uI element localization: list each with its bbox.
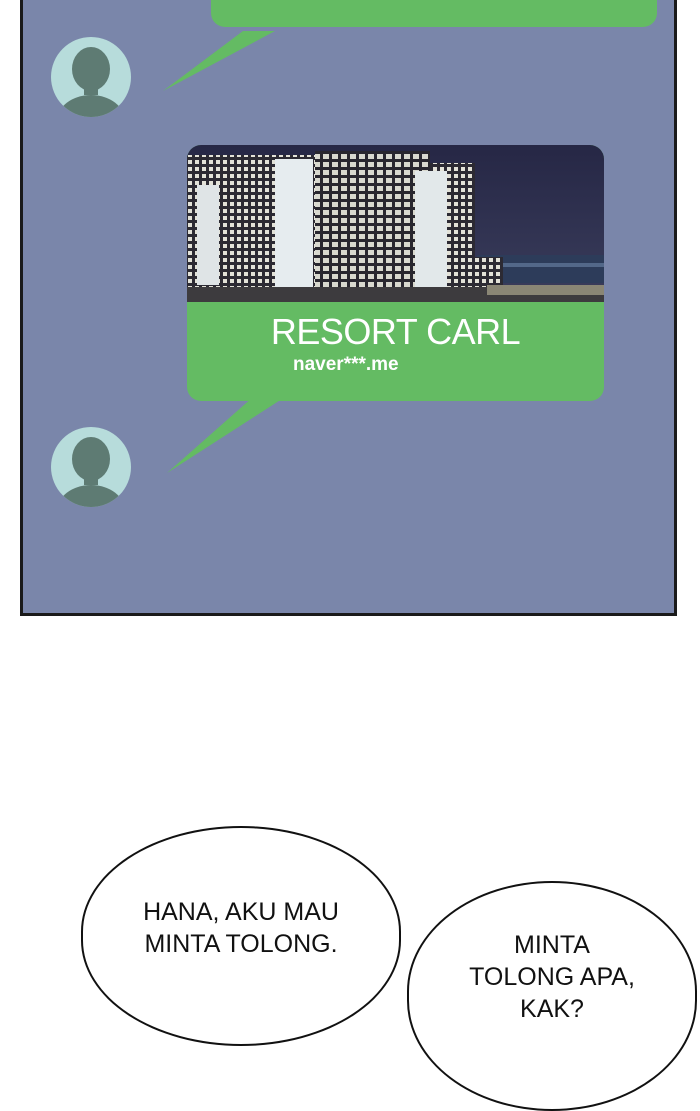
avatar[interactable]	[51, 37, 131, 117]
speech-bubble-right: MINTA TOLONG APA, KAK?	[407, 881, 697, 1111]
link-preview-card[interactable]: RESORT CARL naver***.me	[187, 145, 604, 401]
avatar-silhouette-icon	[57, 47, 125, 117]
avatar[interactable]	[51, 427, 131, 507]
speech-line: TOLONG APA,	[469, 963, 635, 991]
speech-line: MINTA TOLONG.	[144, 930, 338, 958]
avatar-silhouette-icon	[57, 437, 125, 507]
chat-panel: RESORT CARL naver***.me	[20, 0, 677, 616]
link-preview-domain: naver***.me	[293, 354, 399, 375]
bubble-tail-card	[167, 397, 285, 473]
link-preview-title: RESORT CARL	[270, 311, 521, 352]
speech-line: MINTA	[514, 931, 590, 959]
speech-line: HANA, AKU MAU	[143, 898, 339, 926]
bubble-tail-top	[163, 31, 275, 91]
speech-bubble-left: HANA, AKU MAU MINTA TOLONG.	[81, 826, 401, 1046]
link-preview-image	[187, 145, 604, 302]
speech-line: KAK?	[520, 995, 584, 1023]
